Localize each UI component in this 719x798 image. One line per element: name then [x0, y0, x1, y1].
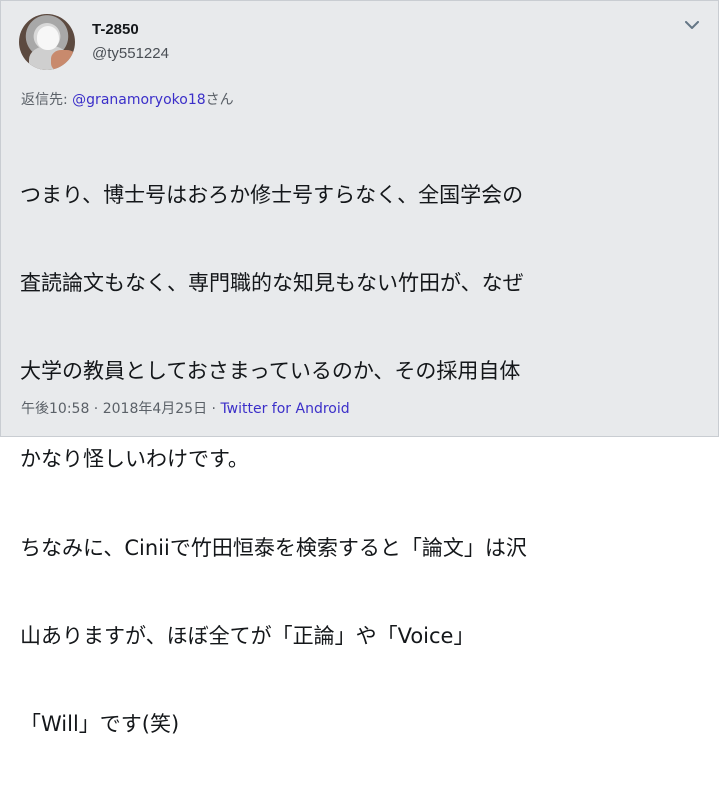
tweet-line: かなり怪しいわけです。: [20, 447, 249, 472]
meta-separator: ·: [89, 401, 103, 417]
tweet-date[interactable]: 2018年4月25日: [103, 401, 207, 417]
tweet-card: T-2850 @ty551224 返信先: @granamoryoko18さん …: [0, 0, 719, 736]
tweet-line: 査読論文もなく、専門職的な知見もない竹田が、なぜ: [20, 271, 524, 296]
avatar[interactable]: [19, 14, 75, 70]
reply-suffix: さん: [205, 92, 234, 108]
tweet-line: つまり、博士号はおろか修士号すらなく、全国学会の: [20, 182, 524, 207]
chevron-down-icon[interactable]: [682, 15, 702, 35]
user-handle[interactable]: @ty551224: [92, 45, 169, 62]
tweet-source-link[interactable]: Twitter for Android: [220, 401, 349, 417]
tweet-line: 「Will」です(笑): [20, 712, 180, 737]
reply-context: 返信先: @granamoryoko18さん: [21, 89, 234, 109]
avatar-hand: [51, 50, 75, 70]
tweet-time[interactable]: 午後10:58: [21, 401, 89, 417]
tweet-line: ちなみに、Ciniiで竹田恒泰を検索すると「論文」は沢: [20, 535, 527, 560]
display-name[interactable]: T-2850: [92, 21, 139, 38]
tweet-line: 大学の教員としておさまっているのか、その採用自体: [20, 359, 521, 384]
avatar-cat-face: [37, 26, 59, 50]
reply-mention-link[interactable]: @granamoryoko18: [72, 92, 205, 108]
meta-separator: ·: [207, 401, 221, 417]
reply-prefix: 返信先:: [21, 92, 73, 108]
tweet-line: 山ありますが、ほぼ全てが「正論」や「Voice」: [20, 623, 475, 648]
tweet-metadata: 午後10:58 · 2018年4月25日 · Twitter for Andro…: [21, 398, 350, 418]
tweet-text: つまり、博士号はおろか修士号すらなく、全国学会の 査読論文もなく、専門職的な知見…: [20, 122, 710, 798]
